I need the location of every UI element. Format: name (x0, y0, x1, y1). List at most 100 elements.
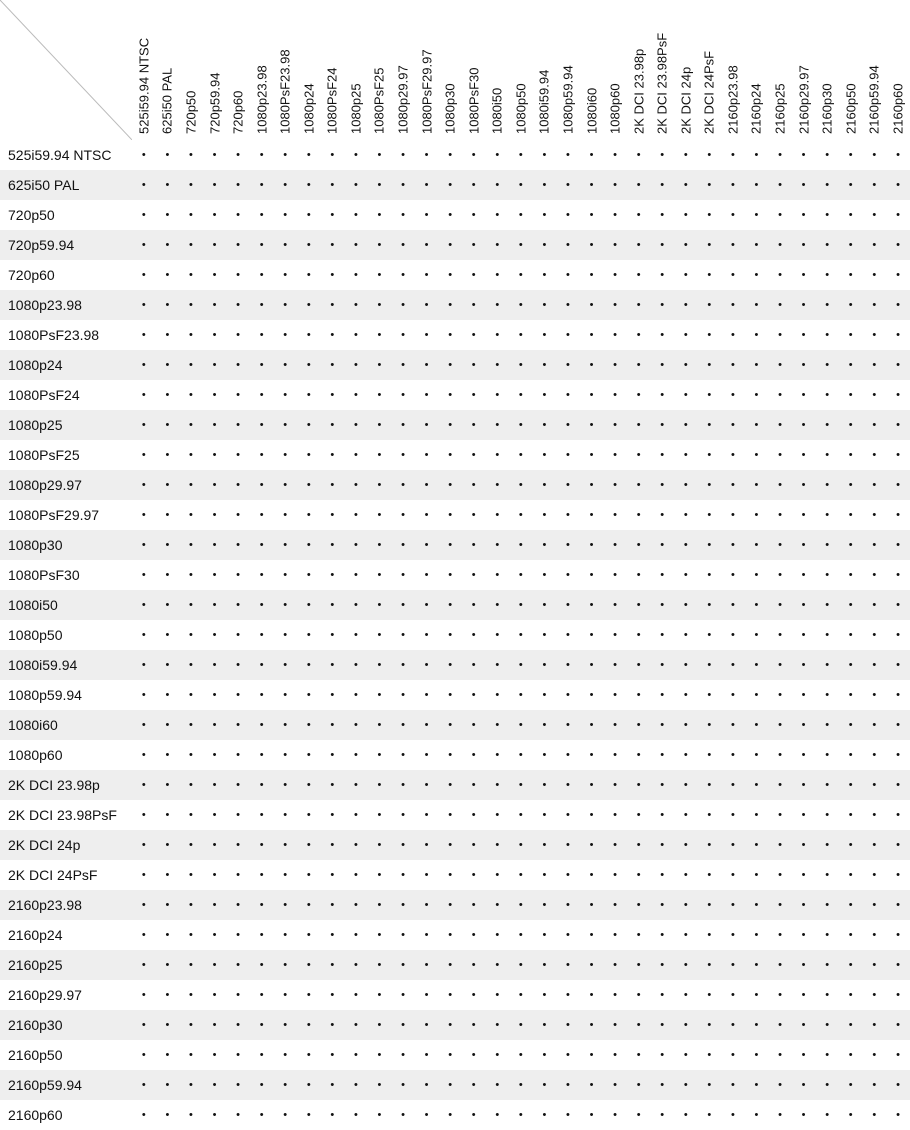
support-dot: • (556, 170, 580, 200)
support-dot: • (603, 680, 627, 710)
support-dot: • (297, 1010, 321, 1040)
support-dot: • (603, 140, 627, 170)
support-dot: • (391, 170, 415, 200)
support-dot: • (391, 560, 415, 590)
row-header: 2K DCI 23.98p (0, 770, 132, 800)
support-dot: • (603, 950, 627, 980)
support-dot: • (321, 200, 345, 230)
support-dot: • (203, 590, 227, 620)
support-dot: • (391, 440, 415, 470)
support-dot: • (768, 200, 792, 230)
support-dot: • (839, 560, 863, 590)
column-header-label: 525i59.94 NTSC (136, 38, 151, 134)
column-header-label: 2K DCI 23.98p (631, 49, 646, 134)
column-header-label: 2160p29.97 (796, 65, 811, 134)
support-dot: • (438, 470, 462, 500)
support-dot: • (368, 980, 392, 1010)
support-dot: • (698, 800, 722, 830)
support-dot: • (698, 170, 722, 200)
support-dot: • (250, 950, 274, 980)
support-dot: • (650, 440, 674, 470)
support-dot: • (226, 890, 250, 920)
row-header: 1080PsF29.97 (0, 500, 132, 530)
support-dot: • (203, 770, 227, 800)
support-dot: • (132, 260, 156, 290)
support-dot: • (250, 440, 274, 470)
support-dot: • (391, 290, 415, 320)
support-dot: • (745, 740, 769, 770)
support-dot: • (886, 1010, 910, 1040)
support-dot: • (627, 590, 651, 620)
support-dot: • (132, 800, 156, 830)
support-dot: • (321, 500, 345, 530)
support-dot: • (438, 1010, 462, 1040)
support-dot: • (391, 1040, 415, 1070)
support-dot: • (438, 440, 462, 470)
support-dot: • (156, 560, 180, 590)
support-dot: • (273, 620, 297, 650)
support-dot: • (839, 170, 863, 200)
support-dot: • (603, 560, 627, 590)
support-dot: • (533, 740, 557, 770)
support-dot: • (792, 980, 816, 1010)
support-dot: • (179, 320, 203, 350)
support-dot: • (509, 530, 533, 560)
support-dot: • (580, 740, 604, 770)
support-dot: • (297, 560, 321, 590)
support-dot: • (580, 290, 604, 320)
support-dot: • (368, 950, 392, 980)
support-dot: • (273, 260, 297, 290)
support-dot: • (815, 590, 839, 620)
support-dot: • (438, 140, 462, 170)
column-header: 720p60 (226, 0, 250, 140)
row-header: 2160p30 (0, 1010, 132, 1040)
support-dot: • (156, 230, 180, 260)
support-dot: • (509, 200, 533, 230)
support-dot: • (815, 1010, 839, 1040)
support-dot: • (674, 170, 698, 200)
support-dot: • (438, 380, 462, 410)
support-dot: • (627, 1010, 651, 1040)
support-dot: • (321, 1040, 345, 1070)
support-dot: • (886, 710, 910, 740)
support-dot: • (533, 1040, 557, 1070)
support-dot: • (698, 890, 722, 920)
support-dot: • (321, 800, 345, 830)
column-header-label: 1080p25 (348, 83, 363, 134)
table-row: 2160p50••••••••••••••••••••••••••••••••• (0, 1040, 910, 1070)
support-dot: • (580, 980, 604, 1010)
support-dot: • (839, 290, 863, 320)
support-dot: • (462, 740, 486, 770)
support-dot: • (250, 830, 274, 860)
support-dot: • (886, 1070, 910, 1100)
support-dot: • (391, 350, 415, 380)
support-dot: • (815, 650, 839, 680)
support-dot: • (768, 260, 792, 290)
support-dot: • (839, 830, 863, 860)
support-dot: • (415, 470, 439, 500)
support-dot: • (297, 680, 321, 710)
support-dot: • (344, 620, 368, 650)
column-header: 2160p30 (815, 0, 839, 140)
support-dot: • (486, 320, 510, 350)
support-dot: • (674, 830, 698, 860)
support-dot: • (792, 320, 816, 350)
support-dot: • (273, 680, 297, 710)
support-dot: • (368, 290, 392, 320)
column-header-label: 2160p25 (773, 83, 788, 134)
support-dot: • (273, 470, 297, 500)
support-dot: • (863, 830, 887, 860)
support-dot: • (297, 380, 321, 410)
support-dot: • (203, 1040, 227, 1070)
support-dot: • (650, 350, 674, 380)
support-dot: • (839, 800, 863, 830)
support-dot: • (415, 410, 439, 440)
support-dot: • (250, 260, 274, 290)
support-dot: • (486, 740, 510, 770)
support-dot: • (768, 680, 792, 710)
support-dot: • (415, 230, 439, 260)
table-row: 2160p30••••••••••••••••••••••••••••••••• (0, 1010, 910, 1040)
column-header-label: 1080i60 (584, 88, 599, 134)
support-dot: • (580, 260, 604, 290)
column-header: 1080PsF29.97 (415, 0, 439, 140)
